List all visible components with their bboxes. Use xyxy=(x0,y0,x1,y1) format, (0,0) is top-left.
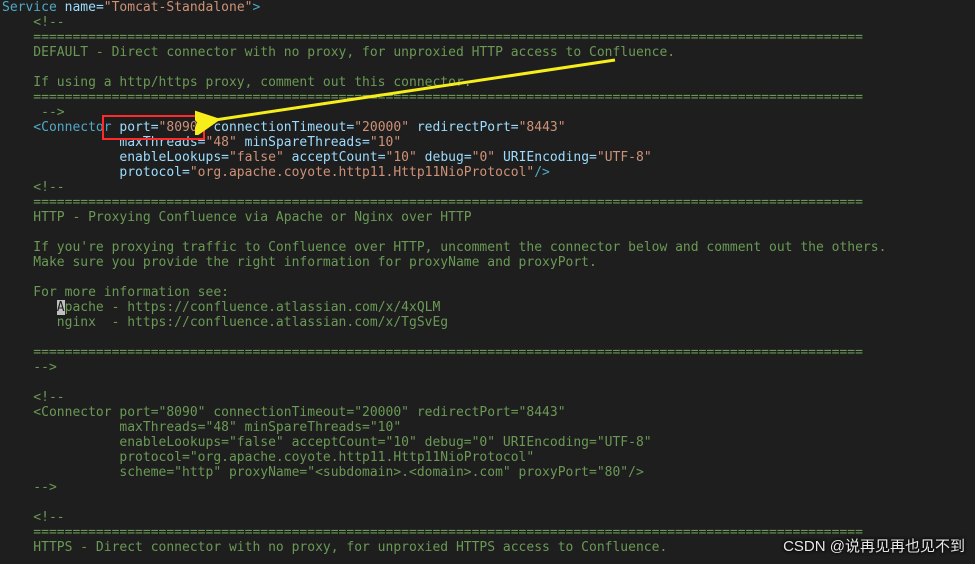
port-value: "8090" xyxy=(159,120,206,135)
comment-connector2-close: --> xyxy=(2,480,57,495)
comment-http-open: <!-- xyxy=(2,180,65,195)
connector-open-tag: <Connector xyxy=(2,120,112,135)
comment-default-close: --> xyxy=(2,105,65,120)
comment-http-close: --> xyxy=(2,360,57,375)
port-attr: port xyxy=(112,120,151,135)
comment-connector2-open: <!-- xyxy=(2,390,65,405)
code-block: Service name="Tomcat-Standalone"> <!-- =… xyxy=(0,0,975,555)
comment-default-open: <!-- xyxy=(2,15,65,30)
text-cursor: A xyxy=(57,300,65,315)
comment-https-open: <!-- xyxy=(2,510,65,525)
